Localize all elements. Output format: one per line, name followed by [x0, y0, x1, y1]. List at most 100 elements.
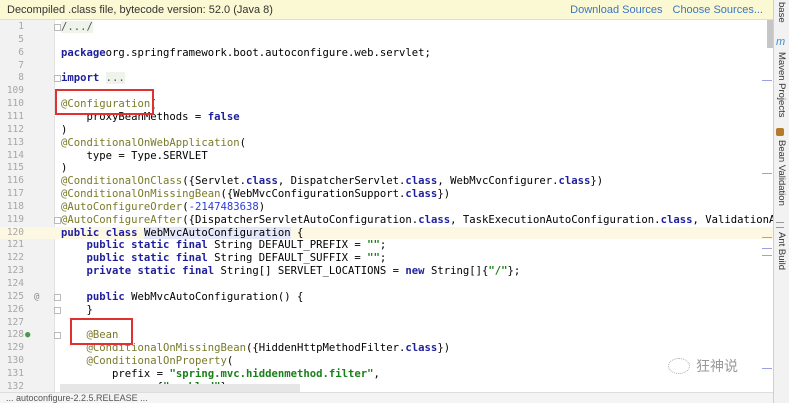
line-number: 110 — [6, 98, 24, 110]
bean-gutter-icon[interactable]: ● — [25, 329, 30, 342]
fold-toggle-icon[interactable] — [54, 332, 61, 340]
scroll-marker — [762, 80, 772, 81]
code-token: class — [558, 175, 591, 188]
code-token: ({DispatcherServletAutoConfiguration. — [182, 213, 419, 226]
scroll-marker — [762, 237, 772, 238]
code-token: "" — [367, 252, 380, 265]
line-number: 7 — [18, 59, 24, 71]
code-token: ) — [61, 162, 68, 175]
code-text: public WebMvcAutoConfiguration() { — [61, 290, 304, 304]
tab-database[interactable]: base — [776, 2, 787, 23]
code-token: @ConditionalOnProperty — [86, 355, 227, 368]
maven-icon: m — [776, 36, 786, 48]
fold-toggle-icon[interactable] — [54, 75, 61, 83]
code-token: String[]{ — [424, 265, 489, 278]
right-tool-strip: base m Maven Projects Bean Validation An… — [773, 0, 789, 403]
tab-maven-projects[interactable]: Maven Projects — [776, 52, 787, 117]
fold-toggle-icon[interactable] — [54, 306, 61, 314]
code-token: @ConditionalOnMissingBean — [61, 188, 221, 201]
code-token: public — [86, 290, 125, 303]
code-line[interactable]: 116 @ConditionalOnClass({Servlet.class, D… — [0, 175, 773, 188]
line-number: 131 — [6, 367, 24, 379]
code-token: "" — [367, 239, 380, 252]
fold-toggle-icon[interactable] — [54, 293, 61, 301]
code-token: ... — [105, 72, 125, 85]
code-token: ( — [226, 355, 234, 368]
code-line[interactable]: 114 type = Type.SERVLET — [0, 150, 773, 163]
code-line[interactable]: 123 private static final String[] SERVLE… — [0, 265, 773, 278]
override-gutter-icon[interactable]: @ — [34, 291, 39, 304]
bean-validation-icon — [776, 128, 784, 136]
line-number: 115 — [6, 162, 24, 174]
code-text: public class WebMvcAutoConfiguration { — [61, 226, 303, 240]
scroll-marker — [762, 255, 772, 256]
code-line[interactable]: 120 public class WebMvcAutoConfiguration … — [0, 226, 773, 240]
code-line[interactable]: 7 — [0, 60, 773, 73]
code-token: ) — [61, 123, 68, 136]
code-token: WebMvcAutoConfiguration() { — [124, 290, 304, 303]
line-number: 123 — [6, 265, 24, 277]
download-sources-link[interactable]: Download Sources — [570, 4, 662, 16]
code-text: import ... — [61, 72, 125, 85]
code-line[interactable]: 6 packageorg.springframework.boot.autocon… — [0, 47, 773, 60]
code-line[interactable]: 113 @ConditionalOnWebApplication( — [0, 137, 773, 150]
code-token: , WebMvcConfigurer. — [437, 175, 559, 188]
highlight-box-configuration — [55, 89, 154, 115]
choose-sources-link[interactable]: Choose Sources... — [673, 4, 764, 16]
tab-ant-build[interactable]: Ant Build — [776, 232, 787, 270]
code-line[interactable]: 131 prefix = "spring.mvc.hiddenmethod.fi… — [0, 368, 773, 381]
code-token: -2147483638 — [188, 200, 259, 213]
code-text: public static final String DEFAULT_PREFI… — [61, 239, 387, 252]
code-line[interactable]: 118 @AutoConfigureOrder(-2147483638) — [0, 201, 773, 214]
breadcrumb-bar: ... autoconfigure-2.2.5.RELEASE ... — [0, 392, 773, 403]
code-line[interactable]: 124 — [0, 278, 773, 291]
code-text: @ConditionalOnProperty( — [61, 355, 234, 368]
code-line[interactable]: 8 import ... — [0, 72, 773, 85]
code-line[interactable]: 112) — [0, 124, 773, 137]
line-number: 127 — [6, 316, 24, 328]
code-token: "/" — [488, 265, 508, 278]
code-text: @ConditionalOnWebApplication( — [61, 137, 246, 150]
code-token: public static final — [86, 239, 208, 252]
fold-toggle-icon[interactable] — [54, 216, 61, 224]
code-text: @ConditionalOnClass({Servlet.class, Disp… — [61, 175, 603, 188]
code-line[interactable]: 119 @AutoConfigureAfter({DispatcherServle… — [0, 214, 773, 227]
scroll-marker — [762, 248, 772, 249]
code-token: @ConditionalOnClass — [61, 175, 183, 188]
code-token: class — [405, 342, 438, 355]
code-text: prefix = "spring.mvc.hiddenmethod.filter… — [61, 368, 380, 381]
fold-toggle-icon[interactable] — [54, 24, 61, 31]
banner-text: Decompiled .class file, bytecode version… — [7, 3, 273, 16]
wechat-icon — [668, 358, 690, 374]
code-line[interactable]: 125 @ public WebMvcAutoConfiguration() { — [0, 291, 773, 304]
code-line[interactable]: 1 /.../ — [0, 21, 773, 34]
code-token: public class — [61, 226, 138, 239]
tab-bean-validation[interactable]: Bean Validation — [776, 140, 787, 206]
code-line[interactable]: 115) — [0, 162, 773, 175]
code-token: }) — [590, 175, 604, 188]
code-line[interactable]: 126 } — [0, 304, 773, 317]
watermark: 狂神说 — [668, 356, 738, 376]
line-number: 132 — [6, 380, 24, 392]
watermark-text: 狂神说 — [696, 359, 738, 375]
horizontal-scrollbar[interactable] — [60, 384, 300, 392]
code-line[interactable]: 5 — [0, 34, 773, 47]
code-token: } — [61, 303, 93, 316]
code-line[interactable]: 121 public static final String DEFAULT_P… — [0, 239, 773, 252]
code-token: ( — [239, 136, 246, 149]
code-text: packageorg.springframework.boot.autoconf… — [61, 47, 431, 60]
code-token: , ValidationAutoCon — [692, 213, 773, 226]
code-line[interactable]: 122 public static final String DEFAULT_S… — [0, 252, 773, 265]
code-token: class — [405, 175, 438, 188]
ant-icon — [776, 222, 784, 228]
code-token: ({Servlet. — [182, 175, 246, 188]
line-number: 124 — [6, 278, 24, 289]
code-line[interactable]: 117 @ConditionalOnMissingBean({WebMvcConf… — [0, 188, 773, 201]
code-line[interactable]: 130 @ConditionalOnProperty( — [0, 355, 773, 368]
code-token: private static final — [86, 265, 215, 278]
line-number: 126 — [6, 303, 24, 315]
